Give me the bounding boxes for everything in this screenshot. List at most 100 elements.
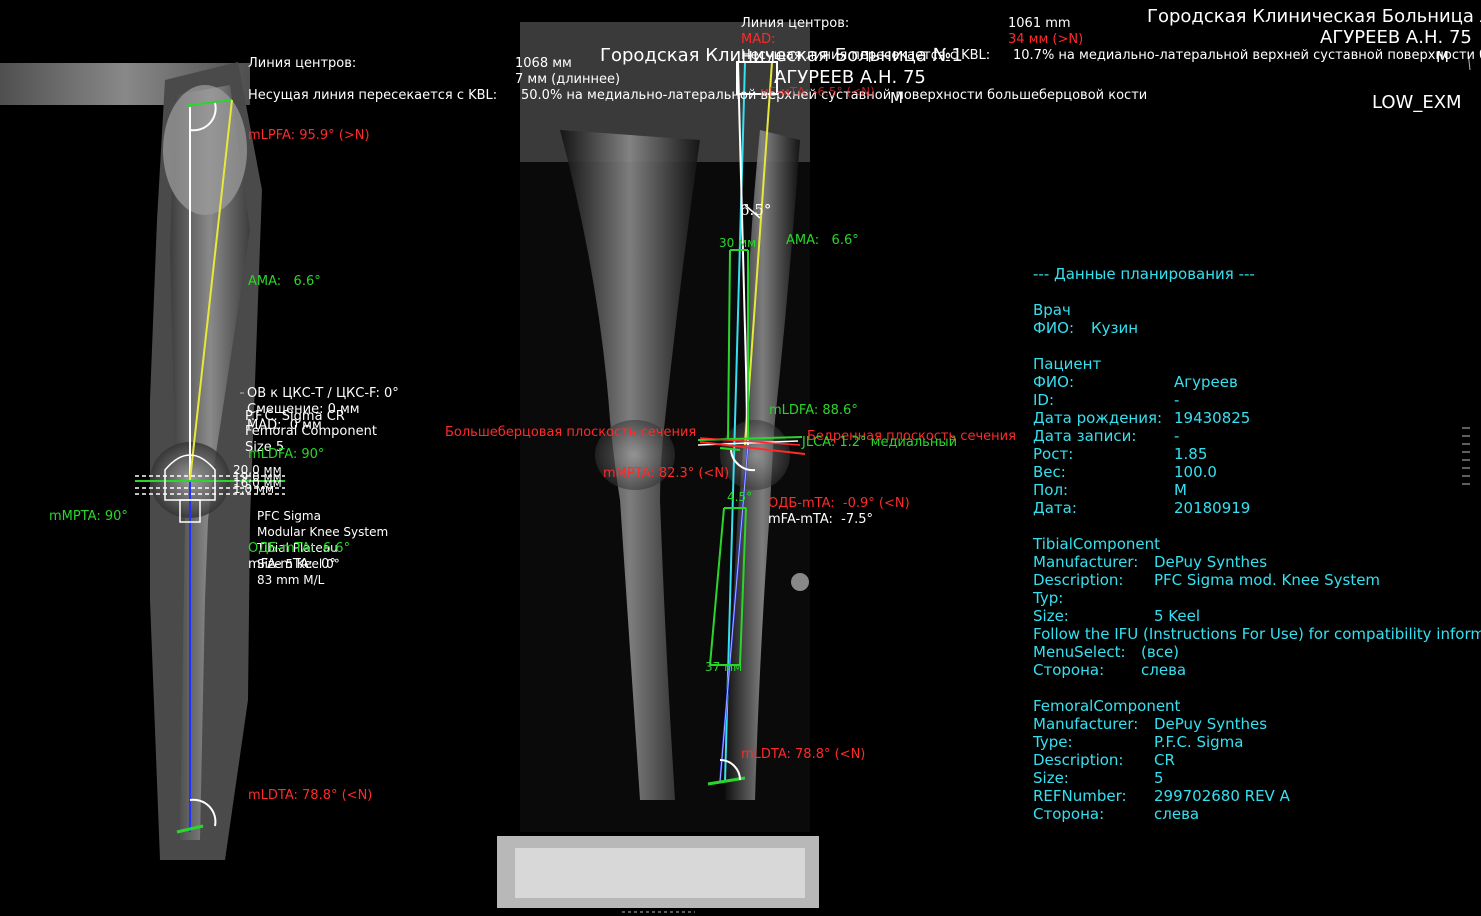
femoral-field-row: Size: 5	[1033, 769, 1481, 787]
right-odb-mta-label[interactable]: ОДБ-mTA: -0.9° (<N)	[768, 497, 910, 510]
patient-field-key: Рост:	[1033, 445, 1074, 463]
left-tibial-line-2: Modular Knee System	[257, 525, 389, 539]
left-mlpfa-label[interactable]: mLPFA: 95.9° (>N)	[248, 129, 370, 142]
patient-field-row: Рост: 1.85	[1033, 445, 1481, 463]
planning-data-panel: --- Данные планирования --- Врач ФИО: Ку…	[1033, 265, 1481, 823]
right-mldfa-label[interactable]: mLDFA: 88.6°	[769, 404, 858, 417]
patient-field-key: Дата рождения:	[1033, 409, 1163, 427]
patient-field-row: Дата рождения: 19430825	[1033, 409, 1481, 427]
right-mm-top: 30 мм	[719, 236, 757, 250]
femoral-field-row: Type: P.F.C. Sigma	[1033, 733, 1481, 751]
tibial-field-value: PFC Sigma mod. Knee System	[1154, 571, 1381, 589]
femoral-field-key: Сторона:	[1033, 805, 1105, 823]
right-mad-value: 34 мм (>N)	[1008, 32, 1084, 47]
femoral-field-key: Type:	[1033, 733, 1073, 751]
left-odb-mta-label[interactable]: ОДБ-mTA: 6.6°	[248, 542, 350, 555]
tibial-menu-field-row: MenuSelect: (все)	[1033, 643, 1481, 661]
patient-field-key: ID:	[1033, 391, 1055, 409]
patient-field-value: M	[1174, 481, 1187, 499]
patient-field-key: Пол:	[1033, 481, 1069, 499]
patient-field-value: 20180919	[1174, 499, 1251, 517]
left-ov-label: ОВ к ЦКС-Т / ЦКС-F: 0°	[247, 386, 399, 401]
left-mldta-label[interactable]: mLDTA: 78.8° (<N)	[248, 789, 372, 802]
tibial-menu-field-key: Сторона:	[1033, 661, 1105, 679]
femoral-field-key: Description:	[1033, 751, 1124, 769]
tibial-field-row: Typ:	[1033, 589, 1481, 607]
tibial-field-value: 5 Keel	[1154, 607, 1201, 625]
femoral-field-value: P.F.C. Sigma	[1154, 733, 1244, 751]
patient-name-right: АГУРЕЕВ А.Н. 75	[1320, 27, 1472, 48]
right-mfa-mta-label[interactable]: mFA-mTA: -7.5°	[768, 513, 873, 526]
right-mm-bottom: 37 мм	[705, 660, 743, 674]
right-center-line-label: Линия центров:	[741, 16, 850, 31]
femoral-field-value: слева	[1154, 805, 1200, 823]
doctor-name-value: Кузин	[1091, 319, 1139, 337]
patient-field-row: Дата: 20180919	[1033, 499, 1481, 517]
tibial-ifu-note: Follow the IFU (Instructions For Use) fo…	[1033, 625, 1481, 643]
patient-field-row: Вес: 100.0	[1033, 463, 1481, 481]
right-mldta-label[interactable]: mLDTA: 78.8° (<N)	[741, 748, 865, 761]
tibial-menu-field-value: (все)	[1141, 643, 1180, 661]
right-angle-top: 6.5°	[740, 201, 772, 219]
patient-field-row: Пол: M	[1033, 481, 1481, 499]
tibial-menu-field-row: Сторона: слева	[1033, 661, 1481, 679]
tibial-field-row: Description: PFC Sigma mod. Knee System	[1033, 571, 1481, 589]
patient-field-value: 19430825	[1174, 409, 1251, 427]
protocol-label: LOW_EXM	[1372, 92, 1462, 113]
left-mmpta-label[interactable]: mMPTA: 90°	[49, 510, 128, 523]
doctor-header: Врач	[1033, 301, 1071, 319]
right-kbl-label: Несущая линия пересекается с KBL:	[741, 48, 991, 63]
left-femoral-component: Femoral Component	[245, 424, 377, 439]
tibial-menu-field-value: слева	[1141, 661, 1187, 679]
patient-field-value: -	[1174, 391, 1180, 409]
femoral-field-value: DePuy Synthes	[1154, 715, 1268, 733]
right-kbl-value: 10.7% на медиально-латеральной верхней с…	[1013, 49, 1481, 62]
planning-title: --- Данные планирования ---	[1033, 265, 1255, 283]
patient-field-key: Дата:	[1033, 499, 1077, 517]
patient-field-value: Агуреев	[1174, 373, 1238, 391]
left-mm-d: 1,0 мм	[233, 482, 275, 496]
patient-field-row: Дата записи: -	[1033, 427, 1481, 445]
femoral-field-row: Manufacturer: DePuy Synthes	[1033, 715, 1481, 733]
tibial-field-key: Manufacturer:	[1033, 553, 1139, 571]
patient-field-value: -	[1174, 427, 1180, 445]
right-mmpta-label[interactable]: mMPTA: 82.3° (<N)	[603, 467, 729, 480]
patient-field-value: 1.85	[1174, 445, 1208, 463]
tibial-field-key: Size:	[1033, 607, 1069, 625]
right-obscured-angle: мГ-мТА: -6.5° (<N)	[760, 85, 875, 99]
femoral-header: FemoralComponent	[1033, 697, 1181, 715]
femoral-field-row: REFNumber: 299702680 REV A	[1033, 787, 1481, 805]
calibration-ball	[791, 573, 809, 591]
femoral-field-value: CR	[1154, 751, 1175, 769]
left-ama-label[interactable]: AMA: 6.6°	[248, 275, 321, 288]
left-mfa-mta-label[interactable]: mFA-mTA: 0°	[248, 558, 336, 571]
doctor-name-label: ФИО:	[1033, 319, 1074, 337]
patient-field-row: ID: -	[1033, 391, 1481, 409]
left-mldfa-label[interactable]: mLDFA: 90°	[248, 448, 324, 461]
femoral-field-key: Size:	[1033, 769, 1069, 787]
femoral-field-row: Сторона: слева	[1033, 805, 1481, 823]
tibial-cut-plane-label[interactable]: Большеберцовая плоскость сечения	[445, 426, 696, 439]
femoral-field-row: Description: CR	[1033, 751, 1481, 769]
tibial-header: TibialComponent	[1033, 535, 1161, 553]
patient-field-row: ФИО: Агуреев	[1033, 373, 1481, 391]
patient-field-key: Дата записи:	[1033, 427, 1137, 445]
left-center-line-label: Линия центров:	[248, 56, 357, 71]
left-tibial-line-5: 83 mm M/L	[257, 573, 325, 587]
right-jlca-label[interactable]: JLCA: 1.2° медиальный	[802, 436, 957, 449]
femoral-field-value: 299702680 REV A	[1154, 787, 1290, 805]
right-mad-label: MAD:	[741, 32, 776, 47]
patient-field-key: ФИО:	[1033, 373, 1074, 391]
right-ama-label[interactable]: AMA: 6.6°	[786, 234, 859, 247]
patient-field-key: Вес:	[1033, 463, 1066, 481]
femoral-field-key: REFNumber:	[1033, 787, 1127, 805]
tibial-field-key: Typ:	[1033, 589, 1064, 607]
patient-field-value: 100.0	[1174, 463, 1217, 481]
left-center-line-value: 1068 мм	[515, 56, 572, 71]
right-center-line-value: 1061 mm	[1008, 16, 1071, 31]
left-tibial-line-1: PFC Sigma	[257, 509, 321, 523]
hospital-name-right: Городская Клиническая Больница №1	[1147, 6, 1481, 27]
tibial-menu-field-key: MenuSelect:	[1033, 643, 1126, 661]
tibial-field-value: DePuy Synthes	[1154, 553, 1268, 571]
femoral-field-key: Manufacturer:	[1033, 715, 1139, 733]
